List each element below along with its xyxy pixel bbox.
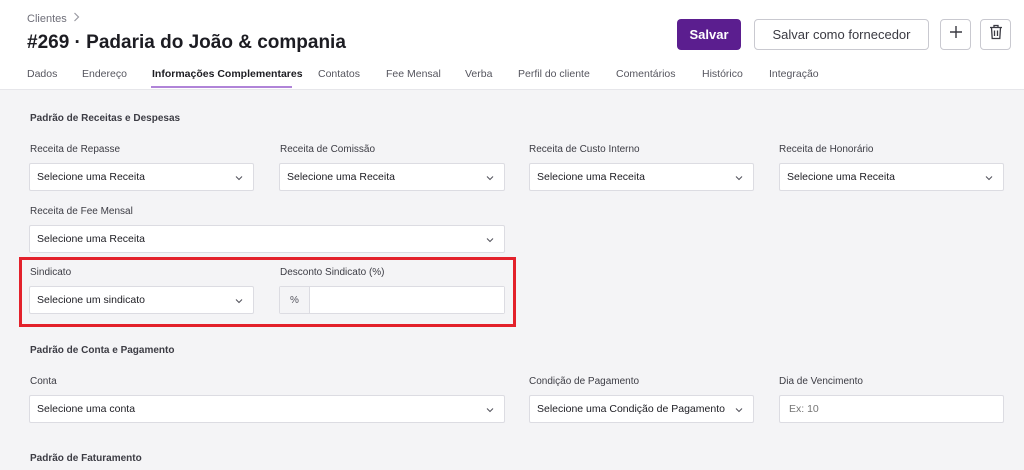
- chevron-down-icon: [486, 405, 494, 417]
- dia-vencimento-label: Dia de Vencimento: [779, 376, 863, 387]
- tab-fee-mensal[interactable]: Fee Mensal: [386, 68, 441, 80]
- fee-mensal-select-value: Selecione uma Receita: [37, 233, 145, 245]
- condicao-pagamento-select[interactable]: Selecione uma Condição de Pagamento: [529, 395, 754, 423]
- trash-icon: [989, 24, 1003, 45]
- repasse-select[interactable]: Selecione uma Receita: [29, 163, 254, 191]
- conta-select-value: Selecione uma conta: [37, 403, 136, 415]
- fee-mensal-label: Receita de Fee Mensal: [30, 206, 133, 217]
- comissao-label: Receita de Comissão: [280, 144, 376, 155]
- comissao-select-value: Selecione uma Receita: [287, 171, 395, 183]
- condicao-pagamento-select-value: Selecione uma Condição de Pagamento: [537, 403, 725, 415]
- repasse-select-value: Selecione uma Receita: [37, 171, 145, 183]
- billing-section-title: Padrão de Faturamento: [30, 453, 142, 464]
- tab-integracao[interactable]: Integração: [769, 68, 819, 80]
- tab-dados[interactable]: Dados: [27, 68, 57, 80]
- tab-informacoes-complementares[interactable]: Informações Complementares: [152, 68, 303, 80]
- dia-vencimento-input[interactable]: [779, 395, 1004, 423]
- chevron-right-icon: [73, 12, 80, 25]
- revenue-section-title: Padrão de Receitas e Despesas: [30, 113, 181, 124]
- highlight-box: [19, 257, 516, 327]
- honorario-select-value: Selecione uma Receita: [787, 171, 895, 183]
- add-button[interactable]: [940, 19, 971, 50]
- tab-historico[interactable]: Histórico: [702, 68, 743, 80]
- delete-button[interactable]: [980, 19, 1011, 50]
- breadcrumb-clientes-link[interactable]: Clientes: [27, 13, 67, 25]
- tab-contatos[interactable]: Contatos: [318, 68, 360, 80]
- chevron-down-icon: [486, 235, 494, 247]
- honorario-label: Receita de Honorário: [779, 144, 874, 155]
- chevron-down-icon: [735, 405, 743, 417]
- save-button[interactable]: Salvar: [677, 19, 741, 50]
- repasse-label: Receita de Repasse: [30, 144, 121, 155]
- comissao-select[interactable]: Selecione uma Receita: [279, 163, 505, 191]
- honorario-select[interactable]: Selecione uma Receita: [779, 163, 1004, 191]
- tab-perfil-do-cliente[interactable]: Perfil do cliente: [518, 68, 590, 80]
- conta-label: Conta: [30, 376, 57, 387]
- chevron-down-icon: [735, 173, 743, 185]
- tab-verba[interactable]: Verba: [465, 68, 492, 80]
- page-title: #269 · Padaria do João & compania: [27, 32, 346, 53]
- page-header: Clientes #269 · Padaria do João & compan…: [0, 0, 1024, 90]
- plus-icon: [949, 25, 963, 44]
- chevron-down-icon: [235, 173, 243, 185]
- breadcrumb: Clientes: [27, 12, 80, 25]
- chevron-down-icon: [985, 173, 993, 185]
- tab-comentarios[interactable]: Comentários: [616, 68, 676, 80]
- condicao-pagamento-label: Condição de Pagamento: [529, 376, 640, 387]
- active-tab-indicator: [151, 86, 292, 88]
- chevron-down-icon: [486, 173, 494, 185]
- tab-endereco[interactable]: Endereço: [82, 68, 127, 80]
- conta-select[interactable]: Selecione uma conta: [29, 395, 505, 423]
- account-section-title: Padrão de Conta e Pagamento: [30, 345, 175, 356]
- fee-mensal-select[interactable]: Selecione uma Receita: [29, 225, 505, 253]
- custo-interno-label: Receita de Custo Interno: [529, 144, 640, 155]
- custo-interno-select-value: Selecione uma Receita: [537, 171, 645, 183]
- custo-interno-select[interactable]: Selecione uma Receita: [529, 163, 754, 191]
- save-as-supplier-button[interactable]: Salvar como fornecedor: [754, 19, 929, 50]
